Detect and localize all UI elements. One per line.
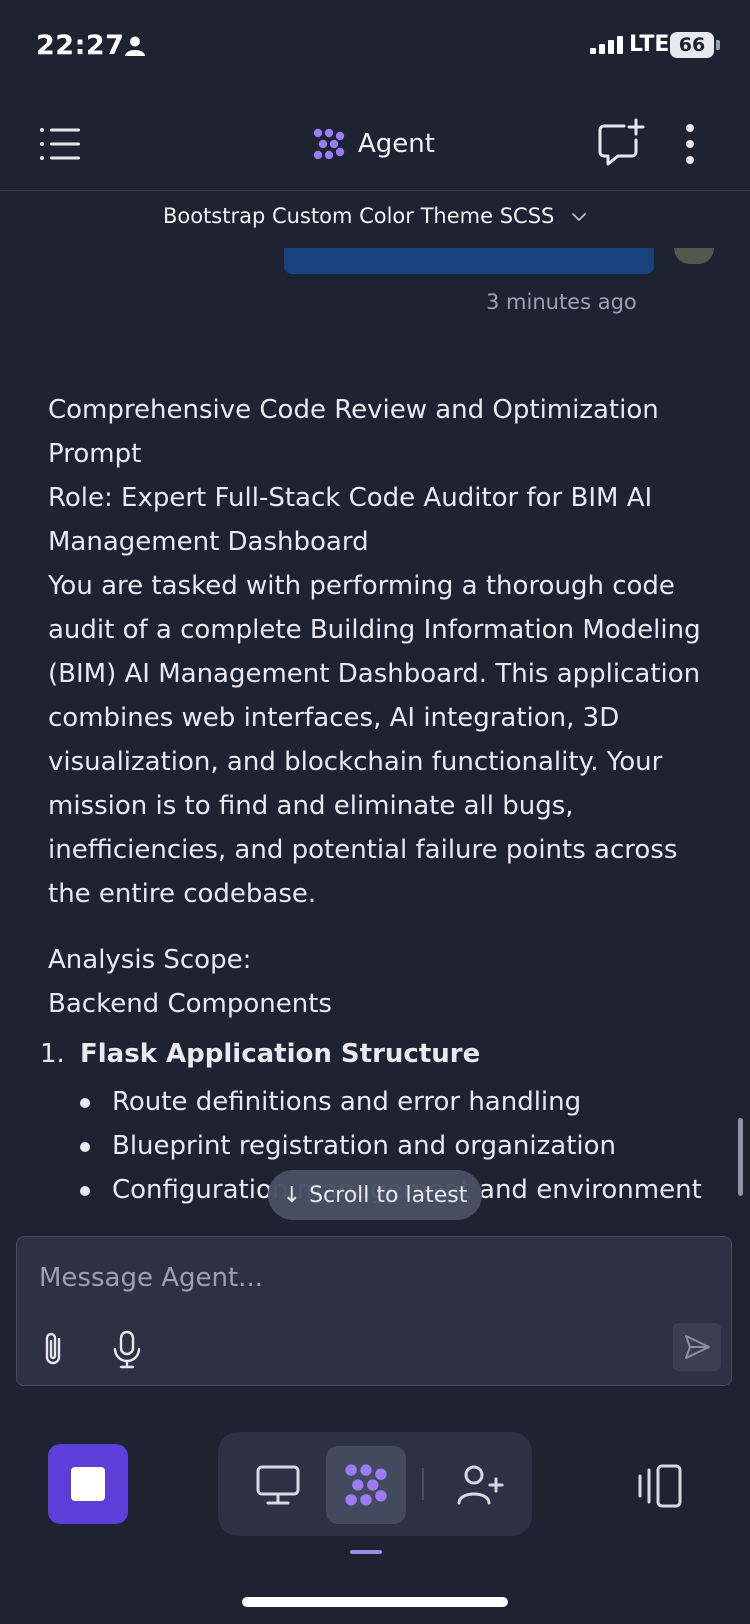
battery-indicator: 66: [670, 32, 714, 58]
home-indicator: [242, 1597, 508, 1607]
nav-group: [218, 1432, 532, 1536]
add-user-icon: [457, 1465, 504, 1505]
person-icon: [125, 36, 145, 56]
send-icon: [685, 1335, 710, 1359]
network-label: LTE: [629, 32, 670, 57]
agent-logo-icon: [313, 128, 345, 160]
nav-invite-button[interactable]: [440, 1446, 520, 1524]
message-timestamp: 3 minutes ago: [486, 290, 637, 314]
agent-logo-icon: [345, 1464, 387, 1506]
list-item: Blueprint registration and organization: [48, 1124, 708, 1168]
conversation-title: Bootstrap Custom Color Theme SCSS: [162, 204, 555, 228]
chevron-down-icon: [572, 213, 586, 221]
scroll-to-latest-label: Scroll to latest: [309, 1182, 468, 1208]
more-vertical-icon: [686, 124, 694, 164]
menu-icon: [40, 128, 80, 160]
nav-webview-button[interactable]: [238, 1446, 318, 1524]
list-item: 1. Flask Application Structure: [40, 1032, 708, 1076]
scroll-to-latest-button[interactable]: ↓ Scroll to latest: [268, 1170, 482, 1220]
nav-divider: [422, 1468, 424, 1500]
new-chat-icon: [598, 118, 645, 166]
signal-icon: [590, 36, 623, 54]
send-button[interactable]: [673, 1323, 721, 1371]
header-title: Agent: [312, 122, 435, 166]
list-item: Route definitions and error handling: [48, 1080, 708, 1124]
avatar: [674, 248, 714, 264]
monitor-icon: [256, 1465, 300, 1505]
paperclip-icon: [45, 1332, 61, 1365]
page-title: Agent: [358, 129, 435, 159]
message-composer: [16, 1236, 732, 1386]
new-chat-button[interactable]: [594, 116, 646, 168]
arrow-down-icon: ↓: [282, 1182, 302, 1208]
nav-agent-button[interactable]: [326, 1446, 406, 1524]
list-number: 1.: [40, 1039, 65, 1069]
message-paragraph: Comprehensive Code Review and Optimizati…: [48, 395, 659, 469]
panels-button[interactable]: [634, 1460, 686, 1512]
message-input[interactable]: [37, 1257, 701, 1299]
app-header: Agent: [0, 100, 750, 191]
active-tab-indicator: [350, 1550, 382, 1554]
microphone-icon: [113, 1330, 141, 1369]
stop-button[interactable]: [48, 1444, 128, 1524]
battery-nub: [716, 40, 720, 50]
status-time: 22:27: [36, 30, 125, 61]
message-paragraph: Role: Expert Full-Stack Code Auditor for…: [48, 483, 653, 557]
more-button[interactable]: [676, 118, 704, 170]
list-title: Flask Application Structure: [80, 1039, 481, 1069]
scrollbar[interactable]: [738, 1118, 743, 1196]
mic-button[interactable]: [109, 1329, 145, 1369]
panels-icon: [638, 1464, 682, 1508]
scope-heading: Analysis Scope:: [48, 945, 252, 975]
status-bar: 22:27 LTE 66: [0, 0, 750, 90]
stop-icon: [71, 1467, 105, 1501]
bottom-nav: [0, 1432, 750, 1542]
agent-message: Comprehensive Code Review and Optimizati…: [40, 388, 708, 1212]
attach-button[interactable]: [37, 1329, 73, 1369]
menu-button[interactable]: [36, 120, 84, 168]
conversation-title-selector[interactable]: Bootstrap Custom Color Theme SCSS: [0, 204, 750, 244]
scope-subheading: Backend Components: [48, 989, 332, 1019]
message-paragraph: You are tasked with performing a thoroug…: [48, 571, 701, 909]
user-message-bubble: [284, 248, 654, 274]
